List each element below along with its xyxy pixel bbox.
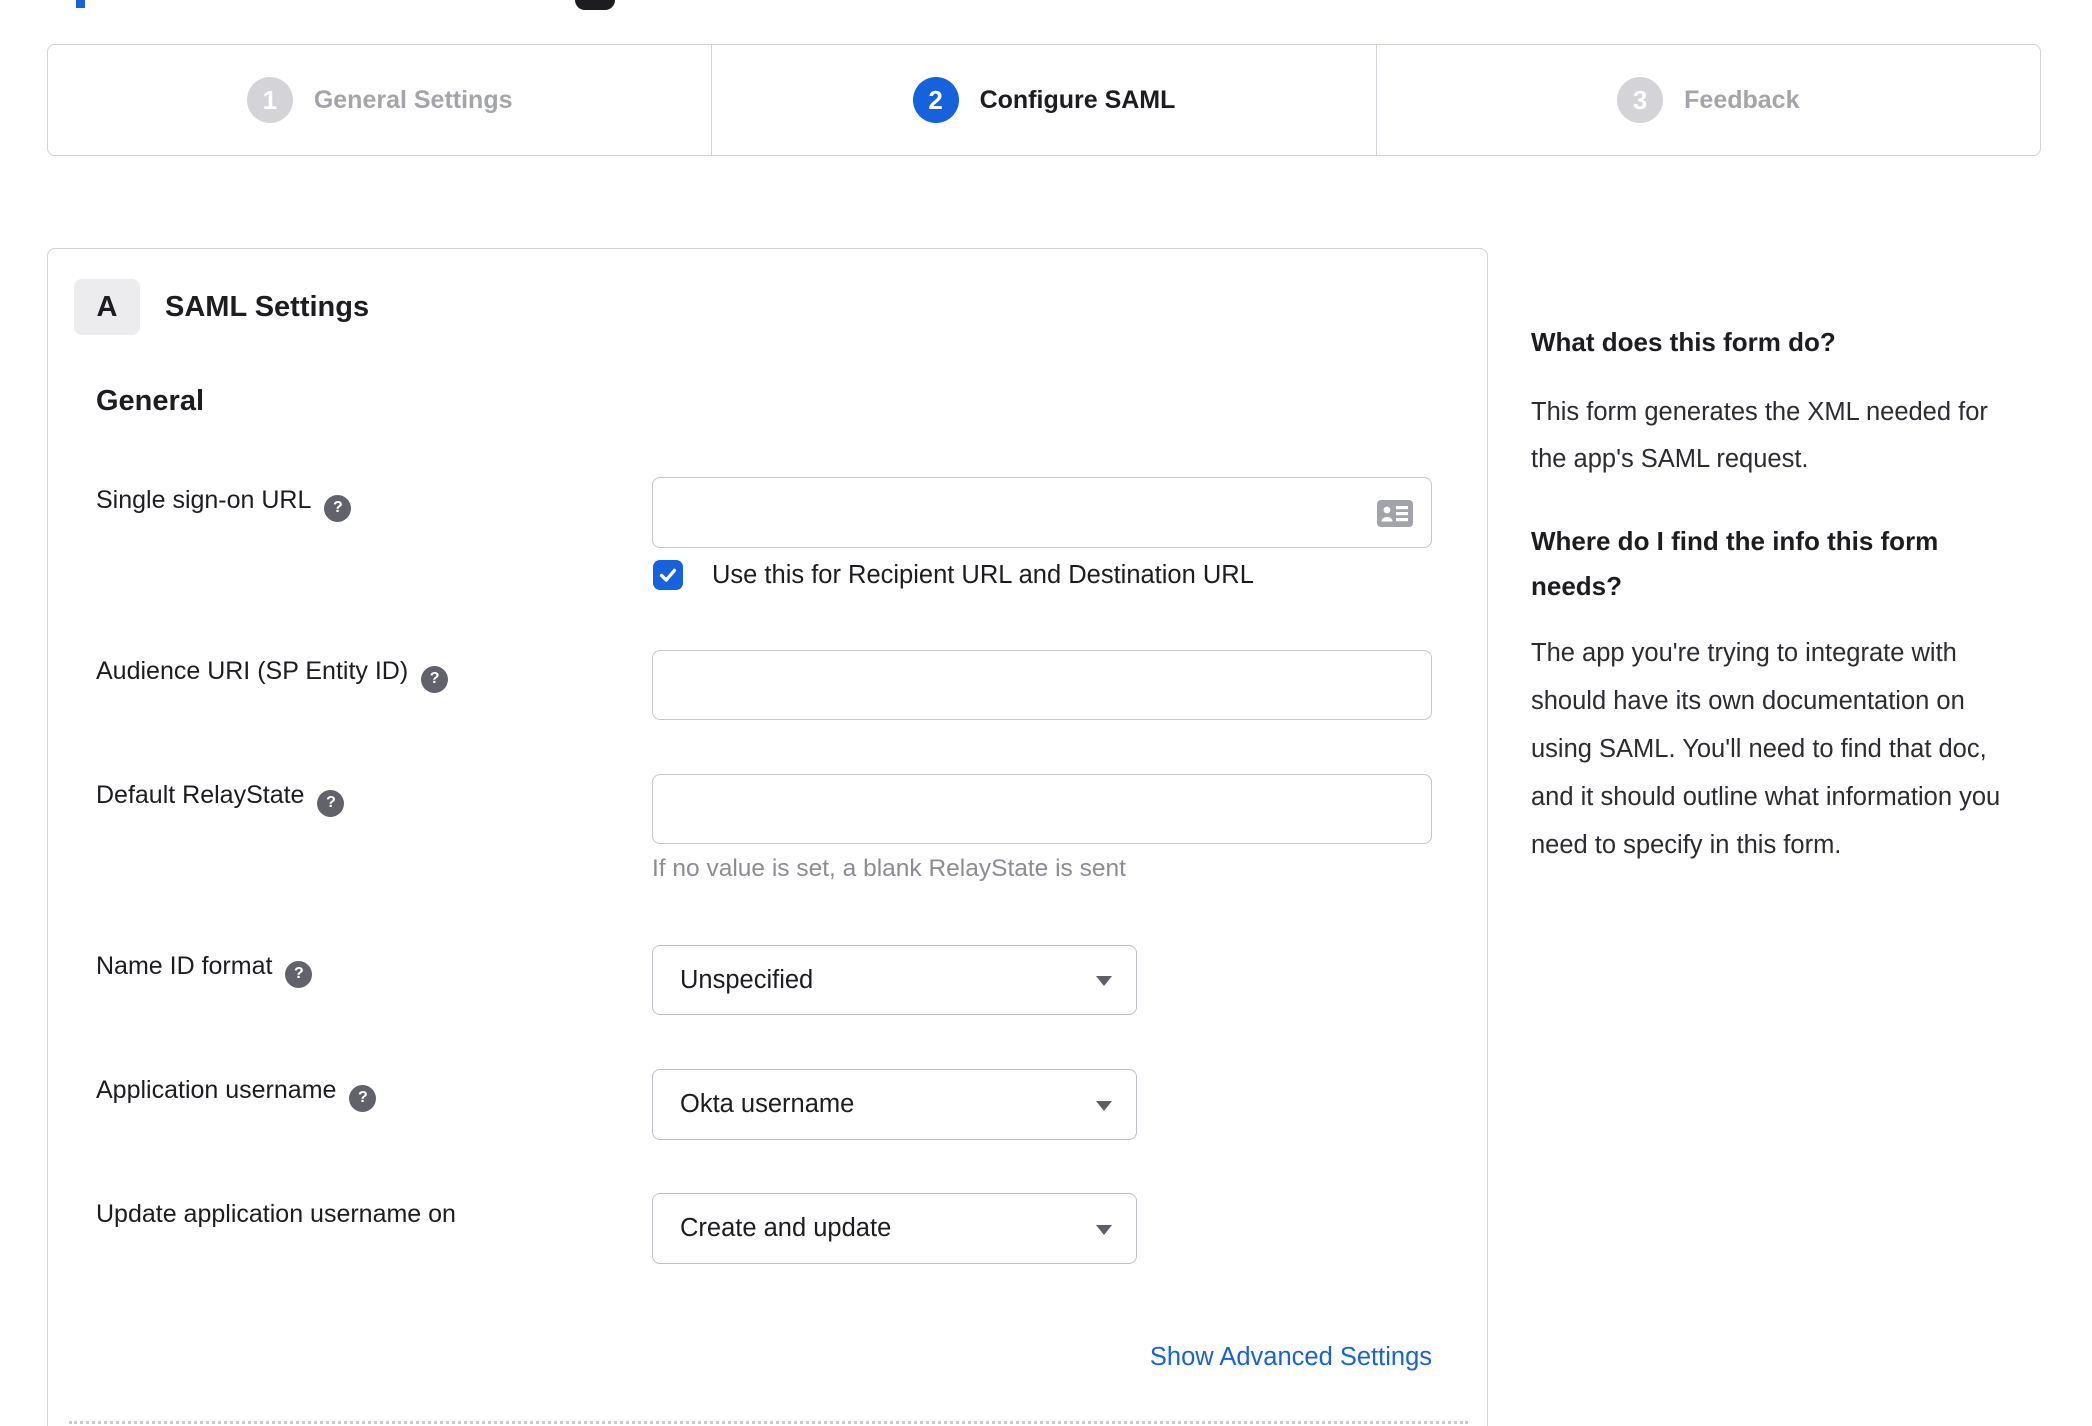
cropped-header-fragment-dark xyxy=(575,0,615,10)
section-dotted-divider xyxy=(69,1421,1468,1424)
saml-settings-panel: A SAML Settings General Single sign-on U… xyxy=(47,248,1488,1426)
update-app-username-label: Update application username on xyxy=(96,1199,456,1229)
relaystate-hint: If no value is set, a blank RelayState i… xyxy=(652,855,1126,882)
step-general-settings[interactable]: 1 General Settings xyxy=(48,45,711,155)
show-advanced-settings-link[interactable]: Show Advanced Settings xyxy=(652,1343,1432,1372)
help-icon[interactable] xyxy=(349,1084,377,1112)
name-id-format-value: Unspecified xyxy=(680,965,814,994)
audience-uri-input[interactable] xyxy=(652,650,1432,720)
audience-uri-label: Audience URI (SP Entity ID) xyxy=(96,656,449,693)
help-question-where: Where do I find the info this form needs… xyxy=(1531,526,1939,601)
name-id-format-select[interactable]: Unspecified xyxy=(652,945,1137,1015)
use-for-recipient-checkbox[interactable] xyxy=(653,560,683,590)
step-number-badge: 3 xyxy=(1617,77,1664,123)
step-configure-saml[interactable]: 2 Configure SAML xyxy=(711,45,1375,155)
group-title-general: General xyxy=(96,385,204,417)
help-answer-what: This form generates the XML needed for t… xyxy=(1531,398,1988,473)
application-username-label: Application username xyxy=(96,1075,377,1112)
checkmark-icon xyxy=(659,568,677,582)
sso-url-input-wrap xyxy=(652,477,1432,548)
chevron-down-icon xyxy=(1096,1224,1112,1235)
use-for-recipient-checkbox-label: Use this for Recipient URL and Destinati… xyxy=(712,561,1254,589)
update-app-username-value: Create and update xyxy=(680,1214,892,1242)
step-label: General Settings xyxy=(313,85,513,114)
help-question-what: What does this form do? xyxy=(1531,327,1836,357)
application-username-value: Okta username xyxy=(680,1090,855,1118)
update-app-username-label-text: Update application username on xyxy=(96,1200,456,1228)
name-id-format-label: Name ID format xyxy=(96,951,313,988)
audience-uri-label-text: Audience URI (SP Entity ID) xyxy=(96,657,409,685)
cropped-header-fragment-blue xyxy=(76,0,85,8)
chevron-down-icon xyxy=(1096,976,1112,986)
default-relaystate-input[interactable] xyxy=(652,774,1432,844)
step-label: Feedback xyxy=(1684,85,1800,114)
default-relaystate-label-text: Default RelayState xyxy=(96,781,305,809)
help-icon[interactable] xyxy=(324,494,352,522)
step-label: Configure SAML xyxy=(979,85,1176,114)
wizard-stepper: 1 General Settings 2 Configure SAML 3 Fe… xyxy=(47,44,2041,156)
section-title: SAML Settings xyxy=(165,291,370,323)
configure-saml-page: 1 General Settings 2 Configure SAML 3 Fe… xyxy=(0,0,2092,1426)
help-icon[interactable] xyxy=(285,960,313,988)
help-icon[interactable] xyxy=(317,789,345,817)
default-relaystate-label: Default RelayState xyxy=(96,780,345,817)
step-number-badge: 1 xyxy=(246,77,293,123)
update-app-username-select[interactable]: Create and update xyxy=(652,1193,1137,1264)
help-answer-where: The app you're trying to integrate with … xyxy=(1531,639,2001,859)
sso-url-input[interactable] xyxy=(652,477,1432,548)
contact-card-icon xyxy=(1377,500,1413,527)
name-id-format-label-text: Name ID format xyxy=(96,952,273,980)
help-sidebar: What does this form do? This form genera… xyxy=(1531,320,2015,869)
sso-url-label: Single sign-on URL xyxy=(96,485,352,522)
section-badge: A xyxy=(74,279,140,335)
chevron-down-icon xyxy=(1096,1100,1112,1111)
help-icon[interactable] xyxy=(421,665,449,693)
sso-url-label-text: Single sign-on URL xyxy=(96,486,312,514)
step-feedback[interactable]: 3 Feedback xyxy=(1375,45,2040,155)
application-username-select[interactable]: Okta username xyxy=(652,1069,1137,1140)
step-number-badge: 2 xyxy=(912,77,959,123)
application-username-label-text: Application username xyxy=(96,1076,337,1104)
